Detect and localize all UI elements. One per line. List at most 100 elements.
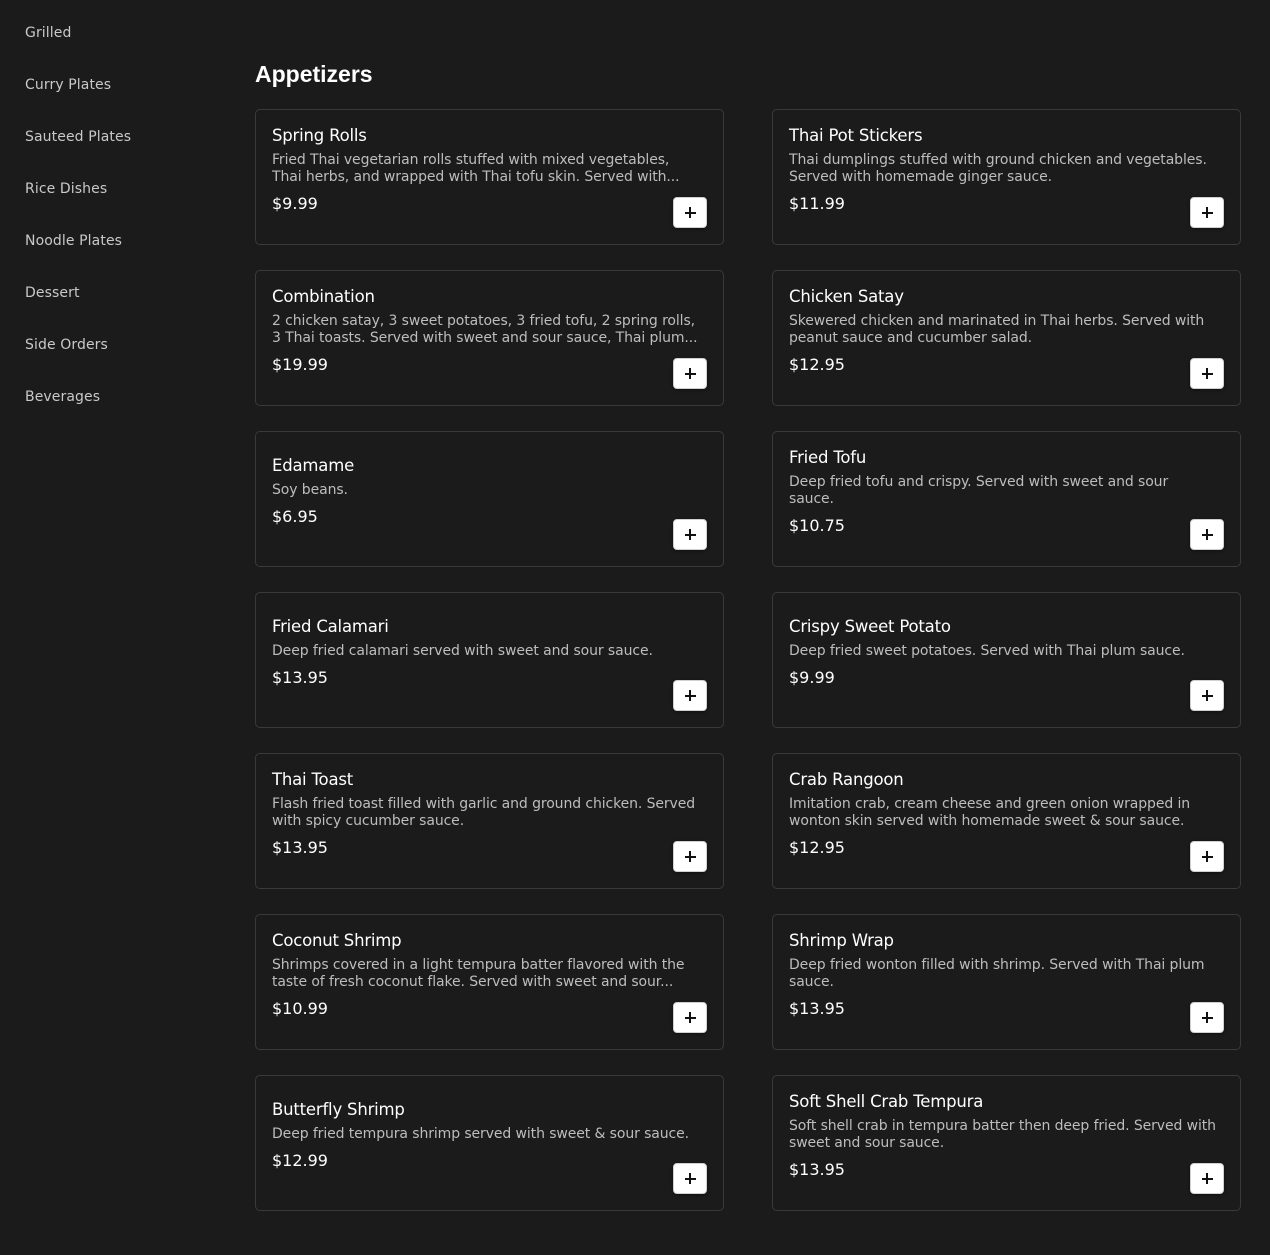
menu-item-card[interactable]: Fried Calamari Deep fried calamari serve… (255, 592, 724, 728)
menu-item-card[interactable]: Crispy Sweet Potato Deep fried sweet pot… (772, 592, 1241, 728)
menu-item-price: $11.99 (789, 193, 845, 213)
menu-item-card[interactable]: Thai Toast Flash fried toast filled with… (255, 753, 724, 889)
menu-item-card[interactable]: Crab Rangoon Imitation crab, cream chees… (772, 753, 1241, 889)
plus-icon (1201, 1173, 1213, 1184)
add-to-cart-button[interactable] (673, 1163, 707, 1194)
menu-item-grid: Spring Rolls Fried Thai vegetarian rolls… (255, 109, 1241, 1211)
menu-item-description: Deep fried tempura shrimp served with sw… (272, 1126, 690, 1142)
menu-item-description: Thai dumplings stuffed with ground chick… (789, 151, 1207, 185)
menu-item-card[interactable]: Coconut Shrimp Shrimps covered in a ligh… (255, 914, 724, 1050)
menu-item-description: Imitation crab, cream cheese and green o… (789, 795, 1191, 829)
menu-item-content: Chicken Satay Skewered chicken and marin… (789, 271, 1224, 405)
menu-item-content: Combination 2 chicken satay, 3 sweet pot… (272, 271, 707, 405)
menu-item-content: Thai Pot Stickers Thai dumplings stuffed… (789, 110, 1224, 244)
menu-item-name: Chicken Satay (789, 286, 904, 306)
sidebar-item-beverages[interactable]: Beverages (25, 389, 100, 405)
menu-item-description: Deep fried sweet potatoes. Served with T… (789, 643, 1185, 659)
add-to-cart-button[interactable] (673, 1002, 707, 1033)
menu-item-description: Deep fried tofu and crispy. Served with … (789, 473, 1169, 507)
menu-item-price: $13.95 (272, 668, 328, 687)
menu-item-price: $13.95 (789, 998, 845, 1018)
menu-item-description: Deep fried calamari served with sweet an… (272, 643, 653, 659)
menu-item-name: Crab Rangoon (789, 769, 904, 789)
sidebar-item-side-orders[interactable]: Side Orders (25, 337, 108, 353)
add-to-cart-button[interactable] (673, 680, 707, 711)
section-title: Appetizers (255, 61, 373, 87)
menu-item-content: Thai Toast Flash fried toast filled with… (272, 754, 707, 888)
menu-item-description: Shrimps covered in a light tempura batte… (272, 956, 685, 990)
menu-item-name: Butterfly Shrimp (272, 1100, 405, 1119)
plus-icon (1201, 690, 1213, 701)
menu-item-price: $9.99 (272, 193, 318, 213)
menu-item-name: Shrimp Wrap (789, 930, 894, 950)
menu-item-name: Crispy Sweet Potato (789, 617, 951, 636)
plus-icon (1201, 207, 1213, 218)
menu-item-content: Spring Rolls Fried Thai vegetarian rolls… (272, 110, 707, 244)
menu-item-card[interactable]: Butterfly Shrimp Deep fried tempura shri… (255, 1075, 724, 1211)
menu-item-content: Edamame Soy beans. $6.95 (272, 432, 707, 566)
menu-item-description: Deep fried wonton filled with shrimp. Se… (789, 956, 1205, 990)
add-to-cart-button[interactable] (673, 841, 707, 872)
menu-item-price: $13.95 (789, 1159, 845, 1179)
add-to-cart-button[interactable] (1190, 358, 1224, 389)
add-to-cart-button[interactable] (1190, 197, 1224, 228)
menu-item-name: Thai Toast (272, 769, 354, 789)
plus-icon (1201, 851, 1213, 862)
menu-item-description: Skewered chicken and marinated in Thai h… (789, 312, 1205, 346)
sidebar-item-dessert[interactable]: Dessert (25, 285, 80, 301)
menu-item-name: Fried Tofu (789, 447, 867, 467)
add-to-cart-button[interactable] (1190, 680, 1224, 711)
menu-item-description: 2 chicken satay, 3 sweet potatoes, 3 fri… (272, 312, 698, 346)
menu-item-price: $10.99 (272, 998, 328, 1018)
plus-icon (684, 368, 696, 379)
menu-item-name: Edamame (272, 456, 355, 475)
add-to-cart-button[interactable] (1190, 841, 1224, 872)
sidebar-item-rice-dishes[interactable]: Rice Dishes (25, 181, 107, 197)
menu-item-card[interactable]: Spring Rolls Fried Thai vegetarian rolls… (255, 109, 724, 245)
menu-item-content: Soft Shell Crab Tempura Soft shell crab … (789, 1076, 1224, 1210)
menu-item-price: $9.99 (789, 668, 835, 687)
menu-item-name: Soft Shell Crab Tempura (789, 1091, 984, 1111)
add-to-cart-button[interactable] (1190, 1163, 1224, 1194)
add-to-cart-button[interactable] (673, 197, 707, 228)
menu-item-price: $12.95 (789, 837, 845, 857)
plus-icon (684, 1173, 696, 1184)
sidebar-item-grilled[interactable]: Grilled (25, 25, 71, 41)
add-to-cart-button[interactable] (1190, 1002, 1224, 1033)
plus-icon (684, 1012, 696, 1023)
plus-icon (684, 851, 696, 862)
menu-item-description: Flash fried toast filled with garlic and… (272, 795, 696, 829)
menu-item-card[interactable]: Edamame Soy beans. $6.95 (255, 431, 724, 567)
menu-item-name: Coconut Shrimp (272, 930, 402, 950)
sidebar-item-curry-plates[interactable]: Curry Plates (25, 77, 111, 93)
plus-icon (1201, 368, 1213, 379)
add-to-cart-button[interactable] (673, 358, 707, 389)
menu-item-card[interactable]: Soft Shell Crab Tempura Soft shell crab … (772, 1075, 1241, 1211)
plus-icon (684, 690, 696, 701)
plus-icon (1201, 1012, 1213, 1023)
add-to-cart-button[interactable] (673, 519, 707, 550)
menu-item-content: Crab Rangoon Imitation crab, cream chees… (789, 754, 1224, 888)
menu-item-price: $10.75 (789, 515, 845, 535)
menu-item-card[interactable]: Thai Pot Stickers Thai dumplings stuffed… (772, 109, 1241, 245)
menu-item-price: $12.95 (789, 354, 845, 374)
menu-item-card[interactable]: Combination 2 chicken satay, 3 sweet pot… (255, 270, 724, 406)
menu-item-price: $12.99 (272, 1151, 328, 1170)
category-sidebar: Grilled Curry Plates Sauteed Plates Rice… (0, 0, 230, 1255)
add-to-cart-button[interactable] (1190, 519, 1224, 550)
menu-item-card[interactable]: Fried Tofu Deep fried tofu and crispy. S… (772, 431, 1241, 567)
menu-item-content: Shrimp Wrap Deep fried wonton filled wit… (789, 915, 1224, 1049)
menu-item-description: Fried Thai vegetarian rolls stuffed with… (272, 151, 680, 185)
menu-item-content: Coconut Shrimp Shrimps covered in a ligh… (272, 915, 707, 1049)
menu-item-name: Spring Rolls (272, 125, 367, 145)
sidebar-item-sauteed-plates[interactable]: Sauteed Plates (25, 129, 131, 145)
menu-item-name: Fried Calamari (272, 617, 389, 636)
menu-item-name: Combination (272, 286, 375, 306)
plus-icon (684, 529, 696, 540)
plus-icon (684, 207, 696, 218)
menu-item-price: $6.95 (272, 507, 318, 526)
menu-item-card[interactable]: Shrimp Wrap Deep fried wonton filled wit… (772, 914, 1241, 1050)
sidebar-item-noodle-plates[interactable]: Noodle Plates (25, 233, 122, 249)
menu-item-card[interactable]: Chicken Satay Skewered chicken and marin… (772, 270, 1241, 406)
menu-item-content: Fried Tofu Deep fried tofu and crispy. S… (789, 432, 1224, 566)
